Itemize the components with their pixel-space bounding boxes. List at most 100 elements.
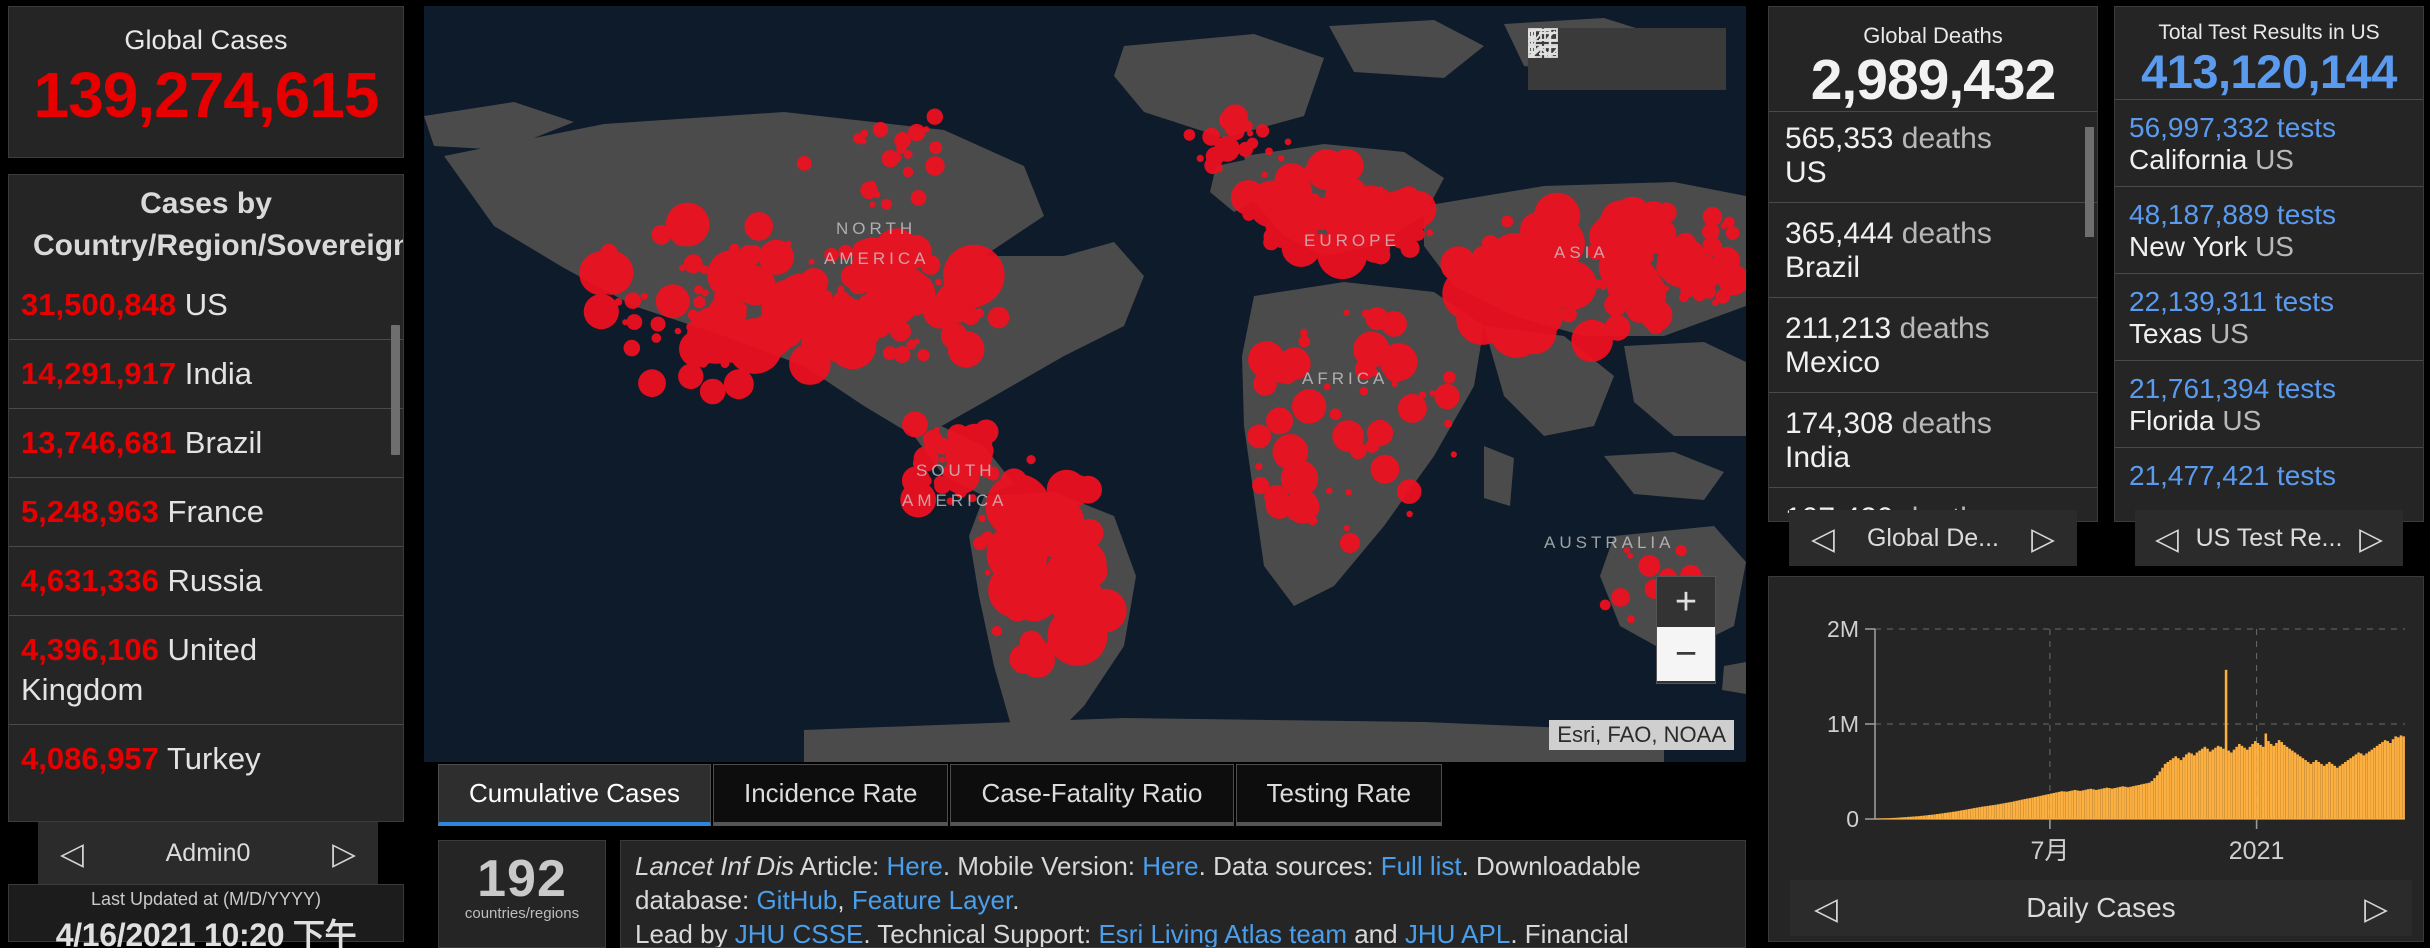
tests-country: US bbox=[2209, 318, 2249, 349]
cases-by-list[interactable]: 31,500,848 US 14,291,917 India 13,746,681 … bbox=[9, 271, 403, 793]
tab-cumulative-cases[interactable]: Cumulative Cases bbox=[438, 764, 711, 826]
admin0-label: Admin0 bbox=[165, 838, 251, 867]
covid-dashboard: Global Cases 139,274,615 Cases by Countr… bbox=[0, 0, 2430, 948]
test-results-label: Total Test Results in US bbox=[2158, 21, 2380, 44]
test-results-row[interactable]: 48,187,889 tests New York US bbox=[2115, 186, 2423, 273]
cases-value: 5,248,963 bbox=[21, 494, 159, 529]
deaths-country: Brazil bbox=[1785, 251, 1861, 284]
global-deaths-nav[interactable]: ◁ Global De... ▷ bbox=[1789, 510, 2077, 566]
next-arrow-icon[interactable]: ▷ bbox=[2359, 523, 2383, 554]
map-container[interactable]: NORTH AMERICA SOUTH AMERICA EUROPE AFRIC… bbox=[424, 6, 1746, 762]
countries-count-label: countries/regions bbox=[464, 905, 580, 922]
link-feature-layer[interactable]: Feature Layer bbox=[852, 885, 1012, 915]
tests-unit: tests bbox=[2269, 373, 2337, 404]
global-deaths-value: 2,989,432 bbox=[1810, 48, 2057, 112]
global-deaths-row[interactable]: 174,308 deaths India bbox=[1769, 392, 2097, 487]
map-tabs[interactable]: Cumulative Cases Incidence Rate Case-Fatal… bbox=[438, 764, 1443, 826]
test-results-row[interactable]: 21,761,394 tests Florida US bbox=[2115, 360, 2423, 447]
deaths-value: 174,308 bbox=[1785, 407, 1894, 440]
zoom-in-button[interactable]: + bbox=[1657, 577, 1715, 627]
tests-country: US bbox=[2255, 144, 2294, 175]
map-toolbar[interactable] bbox=[1528, 28, 1726, 90]
svg-text:ASIA: ASIA bbox=[1554, 243, 1609, 262]
global-deaths-row[interactable]: 365,444 deaths Brazil bbox=[1769, 202, 2097, 297]
tests-country: US bbox=[2255, 231, 2294, 262]
svg-text:2021: 2021 bbox=[2229, 837, 2285, 865]
test-results-nav[interactable]: ◁ US Test Re... ▷ bbox=[2135, 510, 2403, 566]
cases-by-row[interactable]: 4,396,106 United Kingdom bbox=[9, 615, 403, 724]
admin0-nav-bar[interactable]: ◁ Admin0 ▷ bbox=[38, 822, 378, 884]
tests-value: 21,761,394 bbox=[2129, 373, 2270, 404]
tests-state: Florida US bbox=[2129, 405, 2262, 436]
next-arrow-icon[interactable]: ▷ bbox=[2364, 893, 2388, 924]
legend-icon[interactable] bbox=[1528, 30, 1656, 87]
countries-count-card: 192 countries/regions bbox=[438, 840, 606, 948]
country-name: India bbox=[176, 356, 252, 391]
cases-by-row[interactable]: 14,291,917 India bbox=[9, 339, 403, 408]
prev-arrow-icon[interactable]: ◁ bbox=[60, 838, 84, 869]
tests-value: 48,187,889 bbox=[2129, 199, 2270, 230]
info-t10: . Financial bbox=[1510, 919, 1629, 948]
tests-country: US bbox=[2222, 405, 2262, 436]
global-deaths-row[interactable]: 211,213 deaths Mexico bbox=[1769, 297, 2097, 392]
link-here-1[interactable]: Here bbox=[886, 851, 942, 881]
country-name: US bbox=[176, 287, 228, 322]
svg-text:2M: 2M bbox=[1827, 616, 1859, 642]
info-t8: . Technical Support: bbox=[863, 919, 1099, 948]
cases-by-row[interactable]: 31,500,848 US bbox=[9, 271, 403, 339]
cases-value: 14,291,917 bbox=[21, 356, 177, 391]
prev-arrow-icon[interactable]: ◁ bbox=[2155, 523, 2179, 554]
country-name: France bbox=[158, 494, 265, 529]
tests-state: Texas US bbox=[2129, 318, 2249, 349]
cases-value: 4,396,106 bbox=[21, 632, 159, 667]
deaths-value: 365,444 bbox=[1785, 217, 1894, 250]
link-jhu-apl[interactable]: JHU APL bbox=[1405, 919, 1511, 947]
global-deaths-row[interactable]: 565,353 deaths US bbox=[1769, 111, 2097, 202]
next-arrow-icon[interactable]: ▷ bbox=[332, 838, 356, 869]
daily-cases-nav[interactable]: ◁ Daily Cases ▷ bbox=[1790, 880, 2412, 936]
info-t2: . Mobile Version: bbox=[942, 851, 1143, 881]
test-results-card: Total Test Results in US 413,120,144 56,… bbox=[2114, 6, 2424, 522]
cases-by-title: Cases by Country/Region/Sovereignty bbox=[33, 187, 404, 262]
map-attribution: Esri, FAO, NOAA bbox=[1549, 720, 1734, 750]
link-esri-living-atlas[interactable]: Esri Living Atlas team bbox=[1098, 919, 1347, 947]
cases-value: 31,500,848 bbox=[21, 287, 177, 322]
global-deaths-scrollbar[interactable] bbox=[2085, 127, 2094, 237]
test-results-row[interactable]: 56,997,332 tests California US bbox=[2115, 99, 2423, 186]
link-full-list[interactable]: Full list bbox=[1381, 851, 1462, 881]
world-map[interactable]: NORTH AMERICA SOUTH AMERICA EUROPE AFRIC… bbox=[424, 6, 1746, 762]
tab-case-fatality-ratio[interactable]: Case-Fatality Ratio bbox=[950, 764, 1234, 826]
country-name: Turkey bbox=[158, 741, 261, 776]
info-t7: Lead by bbox=[635, 919, 735, 948]
test-results-list[interactable]: 56,997,332 tests California US 48,187,889 … bbox=[2115, 99, 2423, 502]
tab-incidence-rate[interactable]: Incidence Rate bbox=[712, 764, 949, 826]
next-arrow-icon[interactable]: ▷ bbox=[2031, 523, 2055, 554]
cases-by-row[interactable]: 5,248,963 France bbox=[9, 477, 403, 546]
deaths-value: 565,353 bbox=[1785, 122, 1894, 155]
tests-value: 56,997,332 bbox=[2129, 112, 2270, 143]
link-here-2[interactable]: Here bbox=[1142, 851, 1198, 881]
zoom-out-button[interactable]: − bbox=[1657, 627, 1715, 681]
test-results-row[interactable]: 21,477,421 tests bbox=[2115, 447, 2423, 502]
link-github[interactable]: GitHub bbox=[756, 885, 837, 915]
info-text-panel: Lancet Inf Dis Article: Here. Mobile Ver… bbox=[620, 840, 1746, 948]
basemap-gallery-icon[interactable] bbox=[1528, 28, 1718, 87]
cases-value: 13,746,681 bbox=[21, 425, 177, 460]
global-deaths-nav-label: Global De... bbox=[1866, 523, 1999, 552]
prev-arrow-icon[interactable]: ◁ bbox=[1814, 893, 1838, 924]
map-zoom-controls[interactable]: + − bbox=[1656, 576, 1716, 684]
tests-state: New York US bbox=[2129, 231, 2294, 262]
test-results-value: 413,120,144 bbox=[2141, 45, 2397, 98]
cases-by-scrollbar[interactable] bbox=[391, 325, 400, 455]
prev-arrow-icon[interactable]: ◁ bbox=[1811, 523, 1835, 554]
tab-testing-rate[interactable]: Testing Rate bbox=[1235, 764, 1443, 826]
left-column: Global Cases 139,274,615 Cases by Countr… bbox=[8, 6, 404, 942]
link-jhu-csse[interactable]: JHU CSSE bbox=[735, 919, 864, 947]
global-deaths-list[interactable]: 565,353 deaths US 365,444 deaths Brazil 211,… bbox=[1769, 111, 2097, 521]
cases-by-row[interactable]: 13,746,681 Brazil bbox=[9, 408, 403, 477]
cases-by-row[interactable]: 4,086,957 Turkey bbox=[9, 724, 403, 793]
cases-by-row[interactable]: 4,631,336 Russia bbox=[9, 546, 403, 615]
tests-value: 21,477,421 bbox=[2129, 460, 2270, 491]
test-results-row[interactable]: 22,139,311 tests Texas US bbox=[2115, 273, 2423, 360]
global-cases-label: Global Cases bbox=[124, 25, 288, 55]
